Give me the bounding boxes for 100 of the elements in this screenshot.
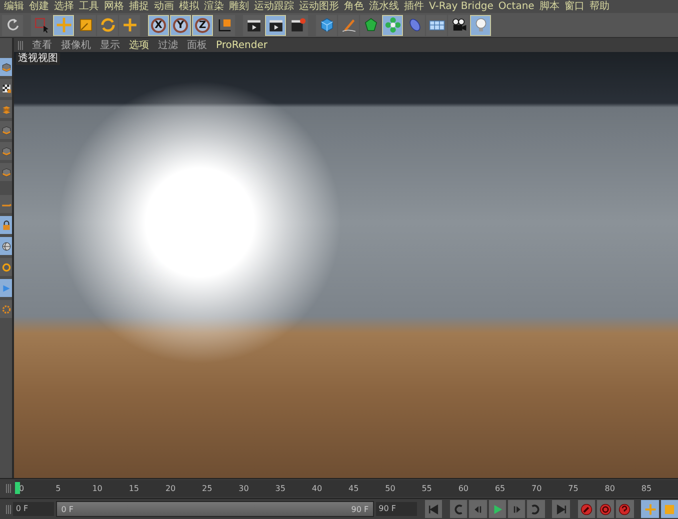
menu-item[interactable]: 动画	[154, 0, 174, 12]
frame-number: 35	[275, 484, 286, 493]
playback-button[interactable]	[508, 500, 526, 518]
frame-field[interactable]: 0 F	[12, 502, 54, 516]
skip-back-icon	[427, 502, 440, 516]
menu-item[interactable]: 编辑	[4, 0, 24, 12]
layers-icon	[0, 104, 12, 114]
frame-field[interactable]: 90 F	[376, 502, 418, 516]
menu-item[interactable]: 工具	[79, 0, 99, 12]
menu-item[interactable]: V-Ray Bridge	[429, 0, 494, 12]
playback-button[interactable]	[578, 500, 595, 518]
frame-number: 30	[238, 484, 250, 493]
axes-cube-icon	[216, 17, 232, 33]
axis-lock-button[interactable]: X	[148, 14, 169, 36]
clapperboard-icon	[268, 17, 284, 33]
playback-button[interactable]	[488, 500, 506, 518]
auto-key-icon	[599, 502, 612, 516]
playback-button[interactable]	[552, 500, 570, 518]
clapperboard-gear-icon	[290, 17, 306, 33]
record-key-icon	[580, 502, 593, 516]
gear-icon	[0, 304, 12, 314]
axis-lock-button[interactable]: Y	[170, 14, 191, 36]
skip-forward-icon	[554, 502, 568, 516]
menu-item[interactable]: 运动图形	[299, 0, 339, 12]
menu-item[interactable]: 模拟	[179, 0, 199, 12]
pen-icon	[340, 17, 356, 33]
toolbar-button[interactable]	[243, 14, 264, 36]
viewport-menu-item[interactable]: 查看	[32, 38, 52, 52]
mode-button[interactable]	[0, 237, 12, 255]
viewport-menu-item[interactable]: 选项	[129, 38, 149, 52]
clapperboard-icon	[246, 17, 262, 33]
frame-number: 20	[165, 484, 177, 493]
frame-range-slider[interactable]: 0 F 90 F	[57, 502, 373, 516]
toolbar-button[interactable]	[214, 14, 235, 36]
playback-button[interactable]	[596, 500, 614, 518]
menu-item[interactable]: 渲染	[204, 0, 224, 12]
menu-item[interactable]: 创建	[29, 0, 49, 12]
viewport-menu-item[interactable]: 过滤	[158, 38, 178, 52]
playback-button[interactable]	[469, 500, 487, 518]
frame-number: 55	[422, 484, 433, 493]
frame-number: 15	[128, 484, 140, 493]
viewport-menu-item[interactable]: 摄像机	[61, 38, 91, 52]
selection-icon	[34, 17, 50, 33]
3d-render-viewport[interactable]: 透视视图	[14, 52, 678, 478]
loop-forward-icon	[529, 502, 542, 516]
menu-item[interactable]: 网格	[104, 0, 124, 12]
grip-handle[interactable]	[6, 484, 11, 493]
axis-lock-button[interactable]: Z	[192, 14, 213, 36]
toolbar-button[interactable]	[470, 14, 491, 36]
menu-item[interactable]: Octane	[498, 0, 534, 12]
flower-icon	[384, 17, 400, 33]
toolbar-button[interactable]	[448, 14, 469, 36]
range-start-label: 0 F	[61, 504, 74, 514]
frame-number: 85	[641, 484, 653, 493]
scale-icon	[662, 502, 676, 516]
frame-number: 75	[568, 484, 580, 493]
mode-button[interactable]	[0, 79, 12, 97]
move-icon	[56, 17, 72, 33]
cube-icon	[318, 17, 334, 33]
toolbar-button[interactable]	[382, 14, 403, 36]
grip-handle[interactable]	[6, 504, 11, 514]
question-key-icon	[618, 502, 632, 516]
ring-icon	[0, 262, 12, 272]
playback-button[interactable]	[660, 500, 678, 518]
movie-camera-icon	[450, 17, 466, 33]
menu-item[interactable]: 运动跟踪	[254, 0, 294, 12]
viewport-menu-item[interactable]: ProRender	[216, 40, 268, 50]
viewport-menu-item[interactable]: 显示	[100, 38, 120, 52]
menu-item[interactable]: 雕刻	[229, 0, 249, 12]
playback-button[interactable]	[450, 500, 468, 518]
menu-item[interactable]: 角色	[344, 0, 364, 12]
menu-item[interactable]: 窗口	[564, 0, 584, 12]
frame-number: 60	[458, 484, 470, 493]
toolbar-button[interactable]	[287, 14, 308, 36]
frame-number: 10	[92, 484, 104, 493]
frame-number: 40	[312, 484, 324, 493]
gem-icon	[362, 17, 378, 33]
viewport-menu-item[interactable]: 面板	[187, 38, 207, 52]
viewport-title: 透视视图	[16, 53, 60, 65]
menu-item[interactable]: 流水线	[369, 0, 399, 12]
frame-number: 45	[348, 484, 360, 493]
frame-number: 5	[56, 484, 62, 493]
capsule-icon	[406, 17, 422, 33]
frame-number: 80	[604, 484, 616, 493]
menu-item[interactable]: 插件	[404, 0, 424, 12]
rotate-icon	[100, 17, 116, 33]
menu-item[interactable]: 脚本	[539, 0, 560, 12]
menu-item[interactable]: 捕捉	[129, 0, 149, 12]
playback-button[interactable]	[424, 500, 442, 518]
frame-number: 65	[494, 484, 506, 493]
toolbar-button[interactable]	[265, 14, 286, 36]
menu-item[interactable]: 帮助	[589, 0, 610, 12]
grip-handle[interactable]	[18, 40, 23, 50]
playback-button[interactable]	[527, 500, 545, 518]
playhead-marker[interactable]	[15, 482, 20, 494]
playback-button[interactable]	[616, 500, 634, 518]
frame-number: 50	[385, 484, 396, 493]
plus-icon	[122, 17, 138, 33]
scale-icon	[78, 17, 94, 33]
menu-item[interactable]: 选择	[54, 0, 74, 12]
